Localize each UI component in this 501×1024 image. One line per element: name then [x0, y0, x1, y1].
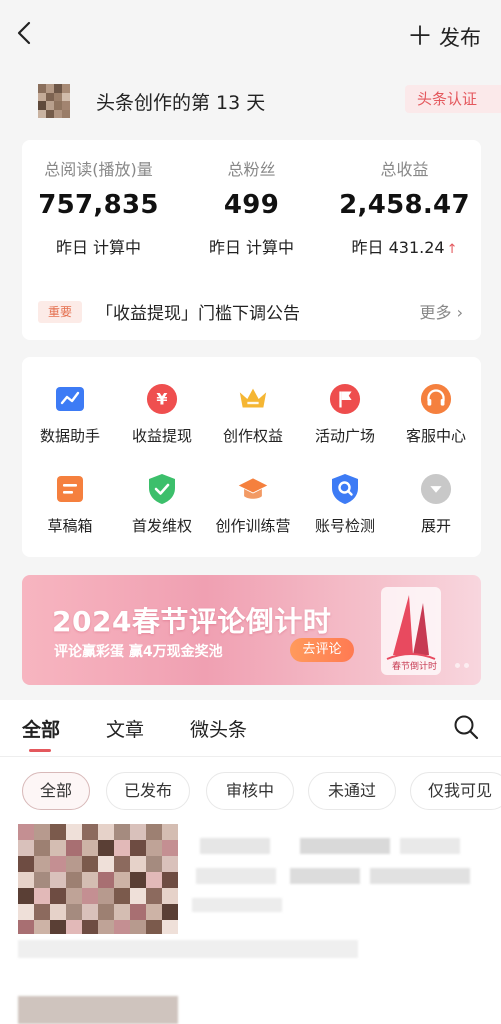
arrow-up-icon: ↑: [446, 242, 458, 257]
stat-value: 499: [223, 190, 280, 220]
banner-comment-button[interactable]: 去评论: [290, 638, 354, 662]
filter-chip-reviewing[interactable]: 审核中: [206, 772, 294, 810]
banner-subtitle: 评论赢彩蛋 赢4万现金奖池: [54, 644, 223, 660]
divider: [0, 756, 501, 757]
tool-headset[interactable]: 客服中心: [390, 383, 482, 446]
search-shield-icon: [329, 473, 361, 505]
content-section: 全部 文章 微头条 全部 已发布 审核中 未通过 仅我可见: [0, 700, 501, 1024]
blurred-text: [370, 868, 470, 884]
more-label: 更多: [419, 303, 452, 322]
tool-draft[interactable]: 草稿箱: [24, 473, 116, 536]
crown-icon: [237, 383, 269, 415]
blurred-text: [290, 868, 360, 884]
blurred-text: [400, 838, 460, 854]
tool-label: 收益提现: [131, 427, 192, 445]
notice-row[interactable]: 重要 「收益提现」门槛下调公告 更多 ›: [22, 292, 481, 330]
banner-title: 2024春节评论倒计时: [52, 605, 332, 638]
important-tag: 重要: [38, 301, 82, 323]
chevron-down-icon: [420, 473, 452, 505]
tool-label: 展开: [420, 517, 451, 535]
active-tab-indicator: [29, 749, 51, 752]
top-bar: ＋ 发布: [0, 0, 501, 70]
filter-chip-rejected[interactable]: 未通过: [308, 772, 396, 810]
tool-flag[interactable]: 活动广场: [299, 383, 391, 446]
creation-days-title: 头条创作的第 13 天: [96, 92, 266, 114]
stat-label: 总粉丝: [227, 160, 276, 179]
back-icon[interactable]: [14, 20, 36, 46]
tool-chevron-down[interactable]: 展开: [390, 473, 482, 536]
tab-micro-posts[interactable]: 微头条: [190, 715, 247, 742]
shield-icon: [146, 473, 178, 505]
blurred-text: [200, 838, 270, 854]
post-thumbnail: [18, 824, 178, 934]
tool-label: 创作训练营: [215, 517, 291, 535]
headset-icon: [420, 383, 452, 415]
blurred-text: [300, 838, 390, 854]
stat-label: 总收益: [380, 160, 429, 179]
stat-label: 总阅读(播放)量: [44, 160, 153, 179]
tools-grid: 数据助手 ¥ 收益提现 创作权益 活动广场 客服中心草稿箱 首发维权 创作训练营 账号检测 展开: [22, 357, 481, 557]
yuan-icon: ¥: [146, 383, 178, 415]
tool-yuan[interactable]: ¥ 收益提现: [116, 383, 208, 446]
tab-articles[interactable]: 文章: [106, 715, 144, 742]
graduation-cap-icon: [237, 473, 269, 505]
tab-all[interactable]: 全部: [22, 715, 60, 742]
avatar[interactable]: [38, 84, 70, 118]
stats-card: 总阅读(播放)量 757,835 昨日 计算中 总粉丝 499 昨日 计算中 总…: [22, 140, 481, 340]
profile-row: 头条创作的第 13 天 头条认证: [0, 72, 501, 124]
stat-sub: 昨日 计算中: [208, 238, 295, 257]
notice-more-link[interactable]: 更多 ›: [419, 299, 463, 323]
blurred-text: [196, 868, 276, 884]
banner-art-label: 春节倒计时: [391, 662, 437, 672]
tool-search-shield[interactable]: 账号检测: [299, 473, 391, 536]
filter-chip-private[interactable]: 仅我可见: [410, 772, 501, 810]
tool-crown[interactable]: 创作权益: [207, 383, 299, 446]
search-icon[interactable]: [453, 714, 479, 740]
tool-label: 活动广场: [314, 427, 375, 445]
flag-icon: [329, 383, 361, 415]
filter-chip-all[interactable]: 全部: [22, 772, 90, 810]
blurred-meta: [18, 940, 358, 958]
stat-sub: 昨日 431.24: [351, 238, 445, 257]
promo-banner[interactable]: 2024春节评论倒计时 评论赢彩蛋 赢4万现金奖池 去评论 春节倒计时: [22, 575, 481, 685]
tool-label: 草稿箱: [47, 517, 93, 535]
stat-value: 2,458.47: [339, 190, 470, 220]
next-item-thumbnail: [18, 996, 178, 1024]
tool-label: 创作权益: [222, 427, 283, 445]
stat-sub: 昨日 计算中: [55, 238, 142, 257]
stat-value: 757,835: [38, 190, 159, 220]
plus-icon: ＋: [406, 22, 433, 52]
verify-badge[interactable]: 头条认证: [405, 85, 501, 113]
publish-label: 发布: [439, 26, 481, 50]
carousel-dots: [455, 663, 469, 668]
stat-fans[interactable]: 总粉丝 499 昨日 计算中: [175, 156, 328, 258]
tool-label: 数据助手: [39, 427, 100, 445]
tool-graduation-cap[interactable]: 创作训练营: [207, 473, 299, 536]
filter-chip-published[interactable]: 已发布: [106, 772, 190, 810]
stat-sub-row: 昨日 431.24 ↑: [328, 234, 481, 258]
draft-icon: [54, 473, 86, 505]
tool-shield[interactable]: 首发维权: [116, 473, 208, 536]
tool-label: 客服中心: [405, 427, 466, 445]
chevron-right-icon: ›: [456, 303, 463, 322]
blurred-text: [192, 898, 282, 912]
tool-label: 首发维权: [131, 517, 192, 535]
tool-label: 账号检测: [314, 517, 375, 535]
svg-text:¥: ¥: [156, 390, 167, 409]
tool-chart[interactable]: 数据助手: [24, 383, 116, 446]
publish-button[interactable]: ＋ 发布: [407, 22, 481, 52]
chart-icon: [54, 383, 86, 415]
notice-text: 「收益提现」门槛下调公告: [96, 304, 300, 324]
stat-reads[interactable]: 总阅读(播放)量 757,835 昨日 计算中: [22, 156, 175, 258]
stat-income[interactable]: 总收益 2,458.47 昨日 431.24 ↑: [328, 156, 481, 258]
